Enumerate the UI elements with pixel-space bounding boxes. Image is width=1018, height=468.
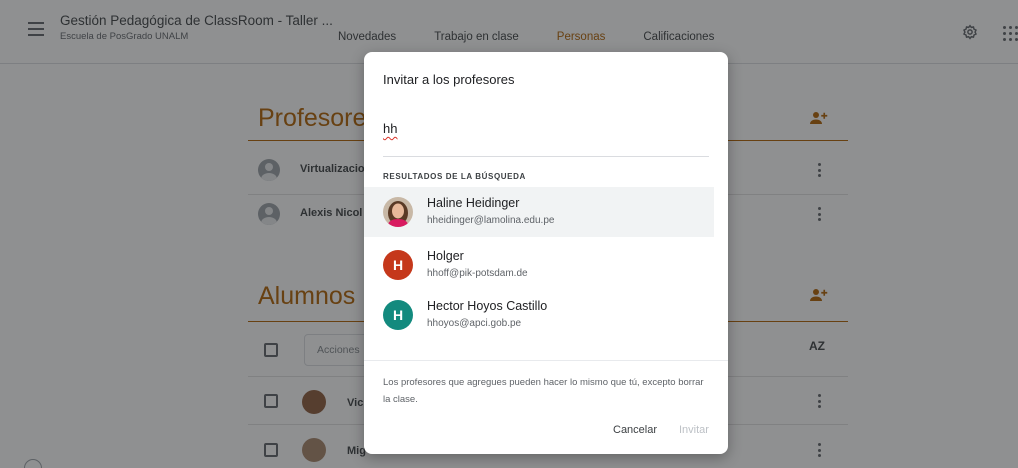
result-email: hheidinger@lamolina.edu.pe xyxy=(427,215,555,226)
invite-teachers-dialog: Invitar a los profesores hh RESULTADOS D… xyxy=(364,52,728,454)
search-value: hh xyxy=(383,121,398,136)
result-name: Holger xyxy=(427,249,464,263)
search-underline xyxy=(383,156,709,157)
result-name: Hector Hoyos Castillo xyxy=(427,299,548,313)
avatar-initial: H xyxy=(392,257,404,273)
search-result-item[interactable]: Haline Heidinger hheidinger@lamolina.edu… xyxy=(364,187,714,237)
results-header: RESULTADOS DE LA BÚSQUEDA xyxy=(383,172,526,181)
search-input[interactable]: hh xyxy=(383,121,397,136)
avatar xyxy=(383,197,413,227)
avatar: H xyxy=(383,250,413,280)
dialog-title: Invitar a los profesores xyxy=(383,72,515,87)
search-result-item[interactable]: H Holger hhoff@pik-potsdam.de xyxy=(364,240,728,290)
avatar: H xyxy=(383,300,413,330)
result-email: hhoff@pik-potsdam.de xyxy=(427,268,528,279)
cancel-button[interactable]: Cancelar xyxy=(613,424,657,436)
avatar-initial: H xyxy=(392,307,404,323)
result-name: Haline Heidinger xyxy=(427,196,520,210)
search-result-item[interactable]: H Hector Hoyos Castillo hhoyos@apci.gob.… xyxy=(364,290,728,340)
dialog-note: Los profesores que agregues pueden hacer… xyxy=(383,377,704,405)
result-email: hhoyos@apci.gob.pe xyxy=(427,318,522,329)
dialog-divider xyxy=(364,360,728,361)
invite-button[interactable]: Invitar xyxy=(679,424,709,436)
